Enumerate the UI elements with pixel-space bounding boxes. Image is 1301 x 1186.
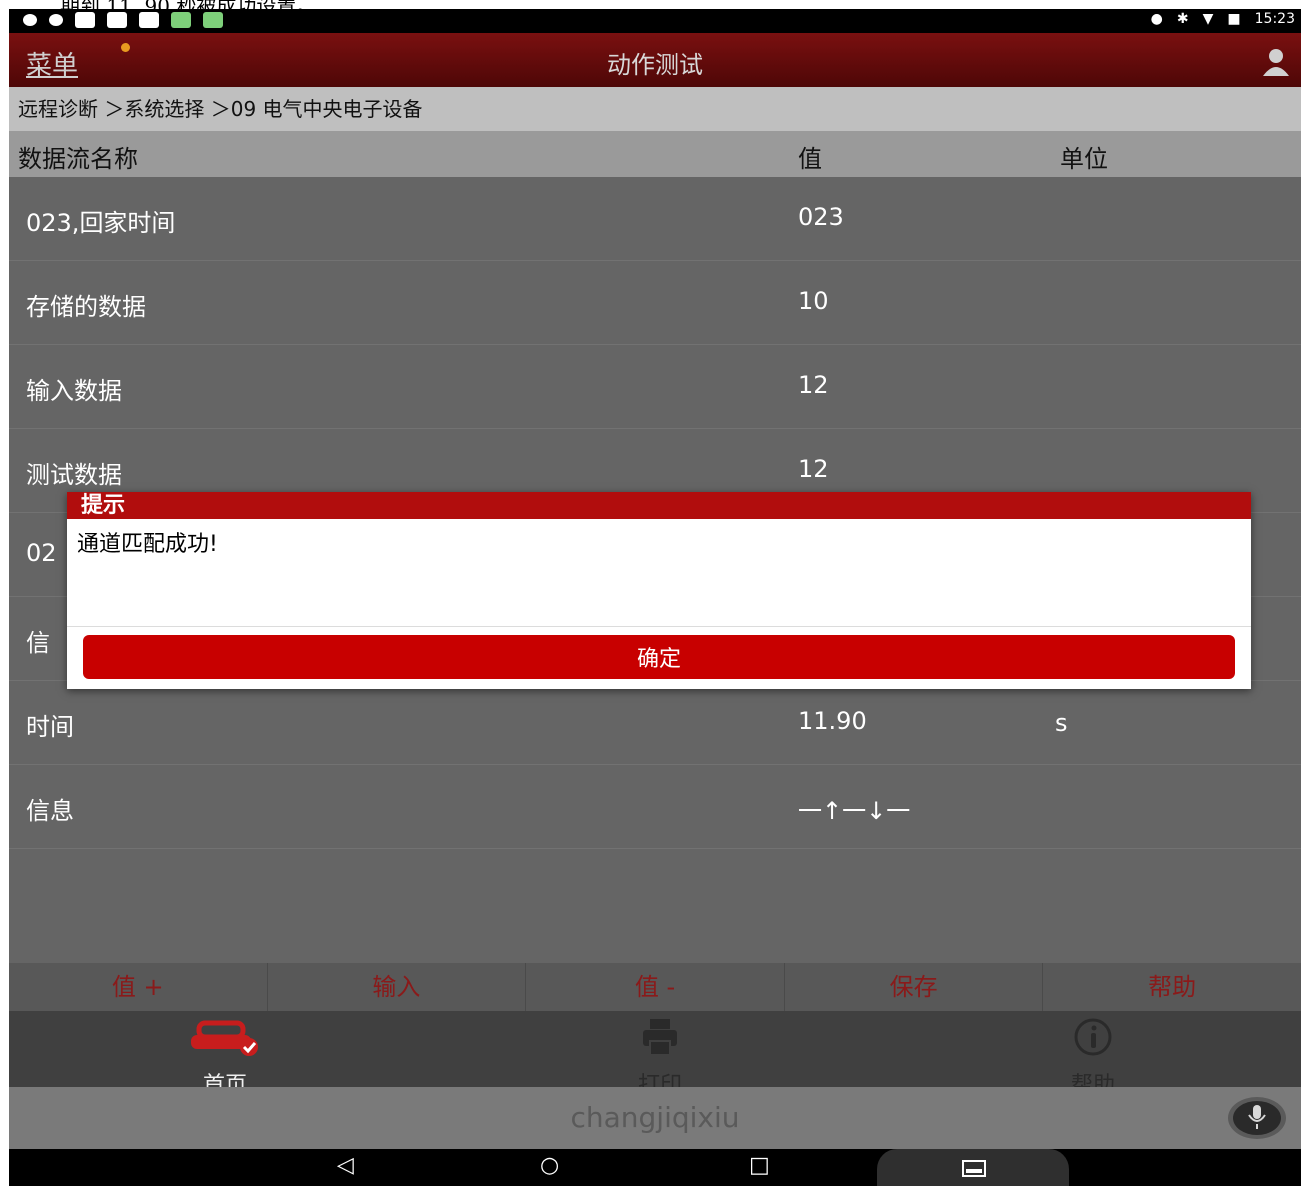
row-name: 信	[26, 629, 50, 657]
app-icon	[203, 12, 223, 28]
device-screen: ● ✱ ▼ ■ 15:23 菜单 动作测试 远程诊断 ＞系统选择 ＞09 电气中…	[9, 9, 1301, 1186]
clock: 15:23	[1254, 11, 1295, 27]
row-value: 一↑一↓一	[798, 797, 911, 825]
recents-icon[interactable]: □	[749, 1153, 770, 1178]
breadcrumb: 远程诊断 ＞系统选择 ＞09 电气中央电子设备	[9, 87, 1301, 131]
square-icon	[107, 12, 127, 28]
status-bar: ● ✱ ▼ ■ 15:23	[9, 9, 1301, 33]
printer-icon	[643, 1019, 677, 1056]
user-icon[interactable]	[1261, 46, 1291, 76]
eye-icon	[49, 14, 63, 26]
row-value: 023	[798, 203, 844, 231]
wifi-icon: ▼	[1202, 11, 1214, 27]
alert-dialog: 提示 通道匹配成功! 确定	[67, 492, 1251, 689]
home-icon[interactable]: ○	[540, 1153, 559, 1178]
table-row[interactable]: 输入数据 12	[9, 345, 1301, 429]
table-row[interactable]: 时间 11.90 s	[9, 681, 1301, 765]
page-title: 动作测试	[607, 51, 703, 79]
row-value: 10	[798, 287, 829, 315]
function-bar: 值 + 输入 值 - 保存 帮助	[9, 963, 1301, 1011]
row-name: 信息	[26, 797, 74, 825]
table-header: 数据流名称 值 单位	[9, 131, 1301, 177]
column-header-value: 值	[798, 145, 822, 173]
app-bar: 菜单 动作测试	[9, 33, 1301, 87]
wechat-icon	[23, 14, 37, 26]
row-name: 测试数据	[26, 461, 122, 489]
car-icon	[191, 1020, 258, 1056]
help-button[interactable]: 帮助	[1043, 963, 1301, 1011]
table-row[interactable]: 存储的数据 10	[9, 261, 1301, 345]
footer-watermark: changjiqixiu	[570, 1101, 740, 1134]
save-button[interactable]: 保存	[785, 963, 1044, 1011]
row-name: 时间	[26, 713, 74, 741]
screenshot-pill[interactable]	[877, 1149, 1069, 1186]
system-nav-bar: ◁ ○ □	[9, 1149, 1301, 1186]
notification-icons	[23, 12, 223, 28]
row-name: 02	[26, 539, 57, 567]
footer: changjiqixiu	[9, 1087, 1301, 1149]
dialog-message: 通道匹配成功!	[77, 532, 218, 557]
value-minus-button[interactable]: 值 -	[526, 963, 785, 1011]
row-value: 12	[798, 371, 829, 399]
square-icon	[139, 12, 159, 28]
table-row[interactable]: 信息 一↑一↓一	[9, 765, 1301, 849]
microphone-icon[interactable]	[1227, 1096, 1287, 1140]
row-unit: s	[1055, 709, 1068, 737]
app-icon	[171, 12, 191, 28]
info-icon	[1074, 1018, 1112, 1056]
back-icon[interactable]: ◁	[337, 1153, 354, 1178]
bluetooth-icon: ✱	[1176, 11, 1189, 27]
battery-icon: ■	[1227, 11, 1241, 27]
bottom-nav: 首页 打印 帮助	[9, 1011, 1301, 1098]
location-icon: ●	[1150, 11, 1163, 27]
dialog-divider	[67, 626, 1251, 627]
dialog-title: 提示	[67, 492, 1251, 519]
screenshot-icon	[962, 1160, 986, 1177]
input-button[interactable]: 输入	[268, 963, 527, 1011]
image-icon	[75, 12, 95, 28]
row-value: 12	[798, 455, 829, 483]
row-name: 023,回家时间	[26, 209, 176, 237]
row-name: 存储的数据	[26, 293, 146, 321]
system-icons: ● ✱ ▼ ■ 15:23	[1151, 11, 1295, 27]
column-header-unit: 单位	[1060, 145, 1108, 173]
value-plus-button[interactable]: 值 +	[9, 963, 268, 1011]
row-value: 11.90	[798, 707, 867, 735]
table-row[interactable]: 023,回家时间 023	[9, 177, 1301, 261]
row-name: 输入数据	[26, 377, 122, 405]
ok-button[interactable]: 确定	[83, 635, 1235, 679]
column-header-name: 数据流名称	[18, 145, 138, 173]
